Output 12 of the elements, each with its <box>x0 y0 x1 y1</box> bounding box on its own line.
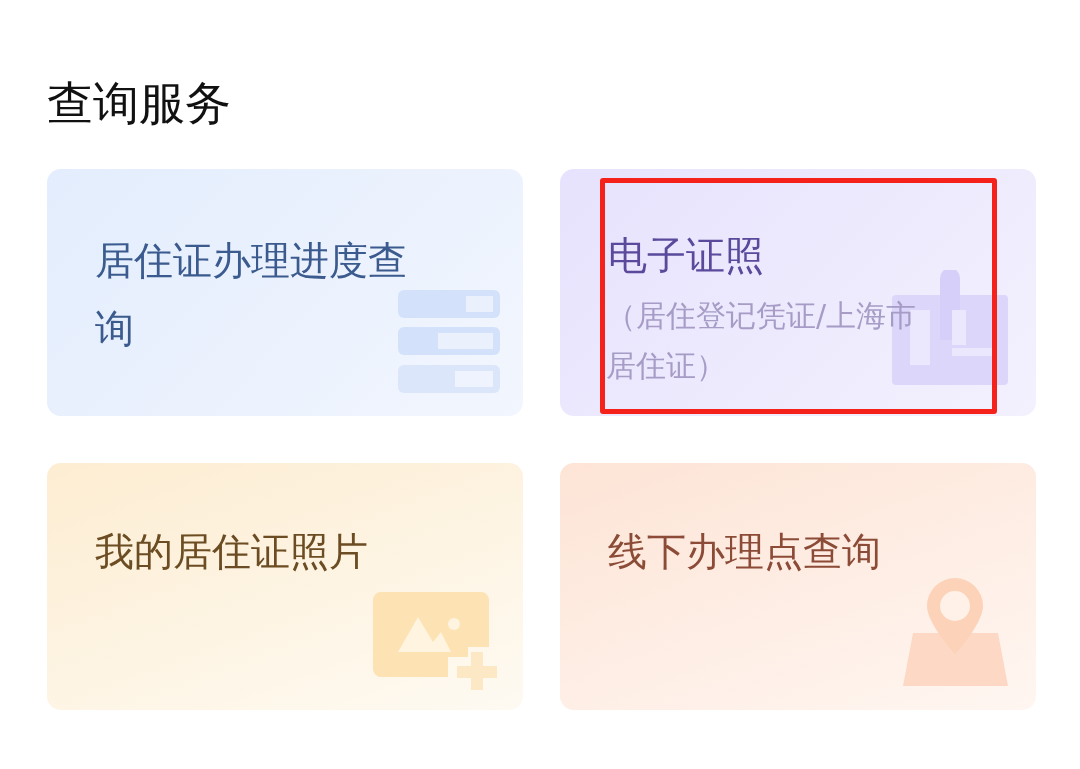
service-card[interactable]: 电子证照 （居住登记凭证/上海市居住证） <box>560 169 1036 417</box>
service-card[interactable]: 线下办理点查询 <box>560 463 1036 711</box>
service-card[interactable]: 我的居住证照片 <box>47 463 523 711</box>
card-title: 居住证办理进度查询 <box>95 237 408 354</box>
card-title: 我的居住证照片 <box>95 528 369 577</box>
service-card[interactable]: 居住证办理进度查询 <box>47 169 523 417</box>
card-subtitle: （居住登记凭证/上海市居住证） <box>606 297 918 386</box>
card-title: 线下办理点查询 <box>608 528 882 577</box>
card-title: 电子证照 <box>608 232 765 281</box>
section-title: 查询服务 <box>47 76 232 132</box>
list-icon <box>398 290 500 394</box>
add-image-icon <box>373 592 500 691</box>
